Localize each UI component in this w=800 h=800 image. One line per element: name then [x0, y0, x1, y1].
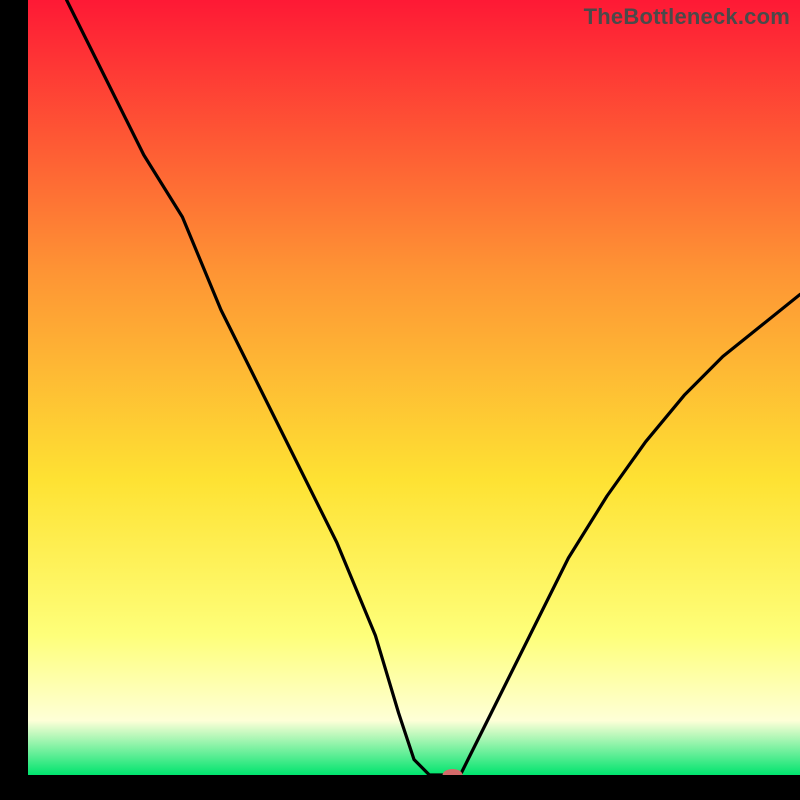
bottleneck-chart	[0, 0, 800, 800]
chart-stage: TheBottleneck.com	[0, 0, 800, 800]
plot-background	[28, 0, 800, 775]
watermark-label: TheBottleneck.com	[584, 4, 790, 30]
left-border	[0, 0, 28, 800]
bottom-border	[0, 775, 800, 800]
